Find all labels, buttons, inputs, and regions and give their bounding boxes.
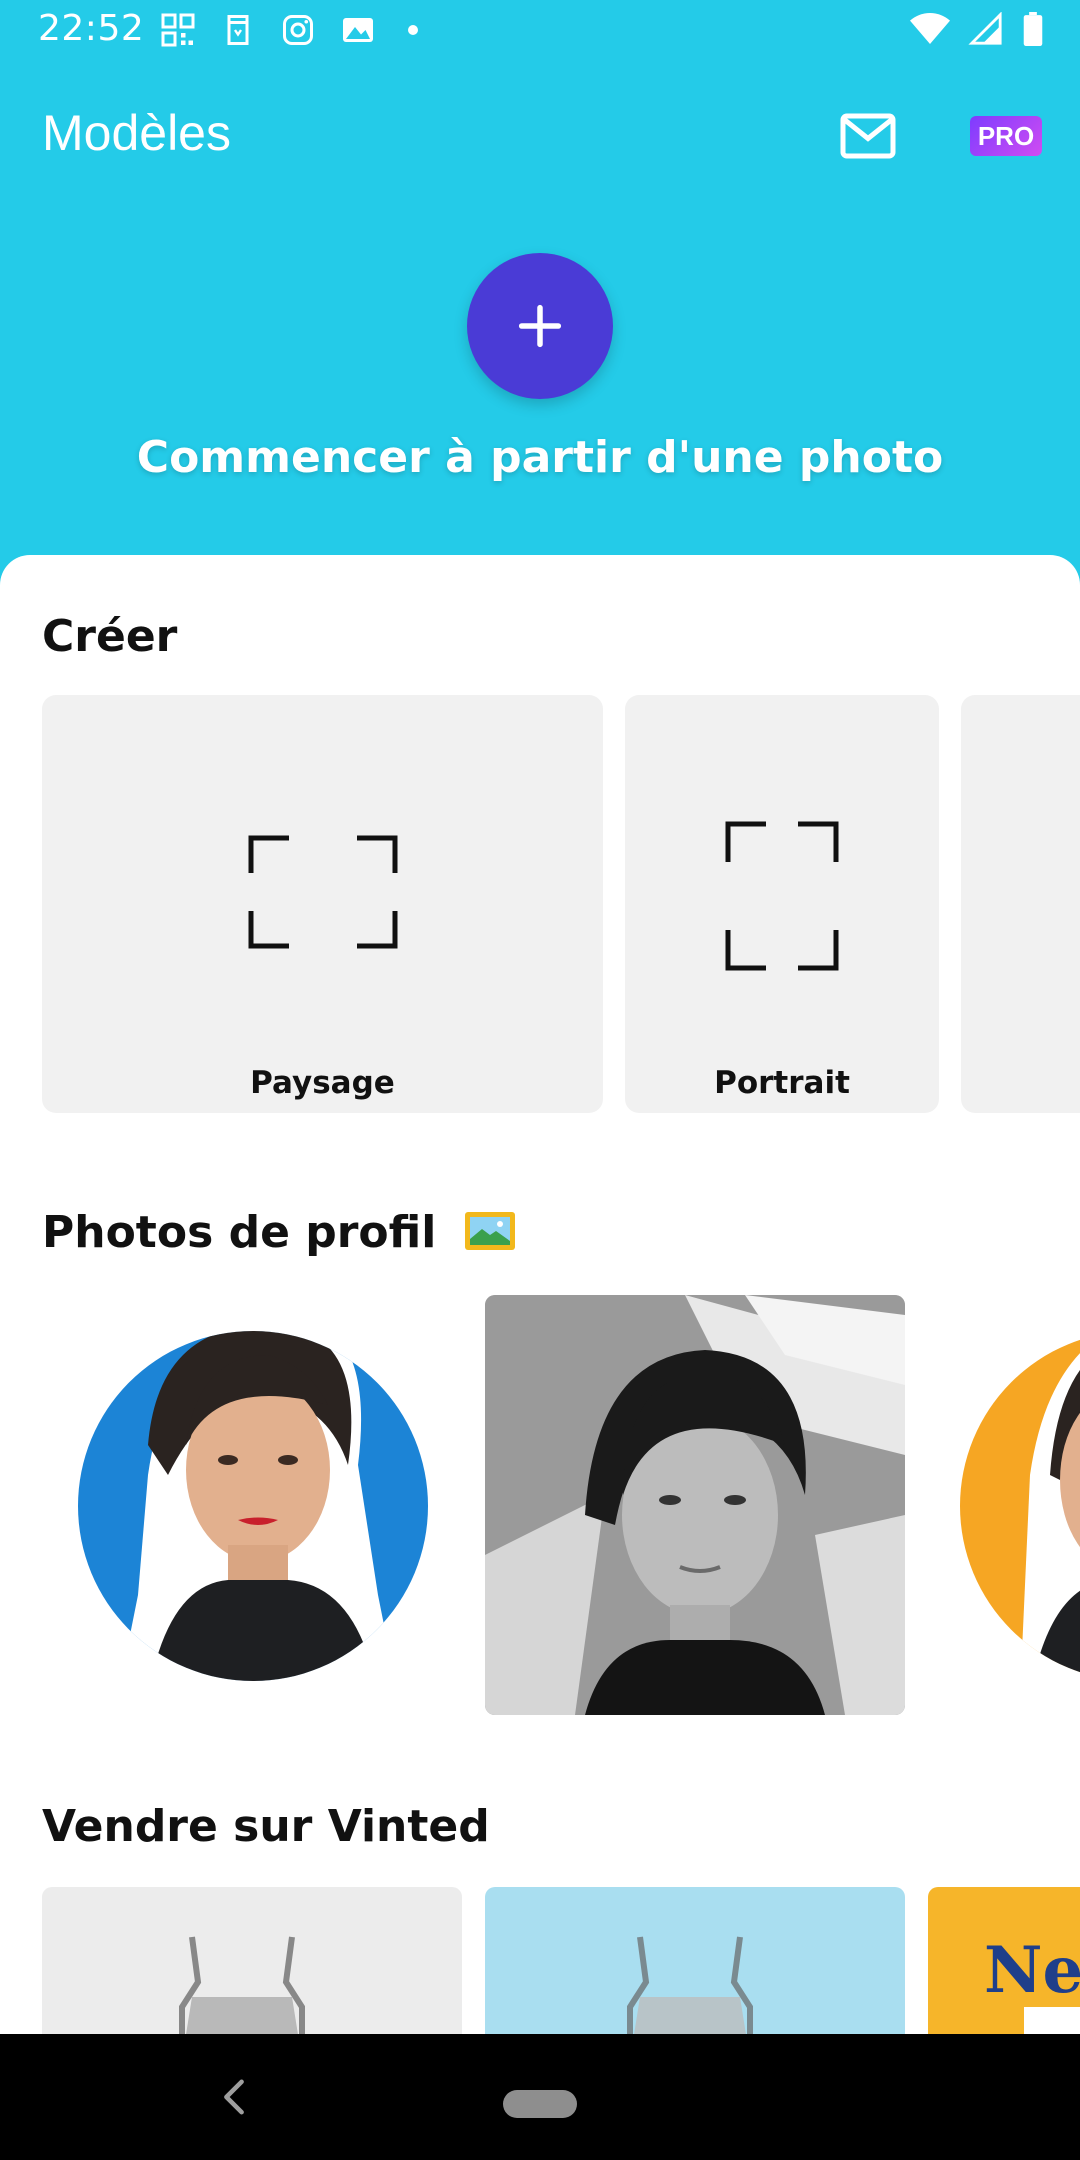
status-system-icons [910,12,1044,46]
mail-icon [840,113,896,159]
qr-code-icon [161,13,195,47]
mail-button[interactable] [838,106,898,166]
plus-icon [518,304,562,348]
vinted-template-orange[interactable]: New [928,1887,1080,2035]
create-card-portrait[interactable]: Portrait [625,695,939,1113]
profile-template-black-white[interactable] [485,1295,905,1715]
add-photo-button[interactable] [467,253,613,399]
shopping-bag-icon [227,15,249,45]
vinted-template-gray[interactable] [42,1887,462,2035]
section-title-profile-photos-text: Photos de profil [42,1207,437,1258]
status-notification-icons [160,12,418,48]
vinted-template-orange-panel [1024,2007,1080,2035]
profile-photo-blue [78,1331,428,1681]
home-pill-button[interactable] [503,2090,577,2118]
status-time: 22:52 [38,8,145,49]
profile-photo-orange [960,1331,1080,1681]
templates-sheet: Créer Paysage Portrait Photos de profil [0,555,1080,2035]
dress-photo-blue [627,1936,753,2035]
profile-template-orange-circle[interactable] [960,1295,1080,1715]
status-bar: 22:52 [0,0,1080,64]
page-title: Modèles [42,105,231,161]
section-title-profile-photos: Photos de profil [42,1207,516,1258]
back-icon[interactable] [220,2078,248,2116]
vinted-template-blue[interactable] [485,1887,905,2035]
section-title-vinted: Vendre sur Vinted [42,1801,490,1852]
battery-icon [1023,12,1043,46]
pro-badge-button[interactable]: PRO [970,116,1042,156]
notification-dot-icon [408,25,418,35]
vinted-template-orange-title: New [984,1933,1080,2008]
profile-template-blue-circle[interactable] [78,1295,428,1685]
framed-picture-icon [464,1211,516,1251]
instagram-icon [283,15,313,45]
dress-photo-gray [179,1936,305,2035]
start-from-photo-label[interactable]: Commencer à partir d'une photo [0,432,1080,483]
gallery-icon [343,18,373,42]
card-label-portrait: Portrait [714,1065,850,1101]
frame-portrait-icon [725,821,839,971]
create-card-landscape[interactable]: Paysage [42,695,603,1113]
profile-photo-bw [485,1295,905,1715]
card-label-landscape: Paysage [250,1065,395,1101]
signal-icon [968,12,1002,45]
frame-landscape-icon [248,835,398,949]
create-card-more[interactable] [961,695,1080,1113]
section-title-create: Créer [42,611,178,662]
wifi-icon [910,13,950,44]
